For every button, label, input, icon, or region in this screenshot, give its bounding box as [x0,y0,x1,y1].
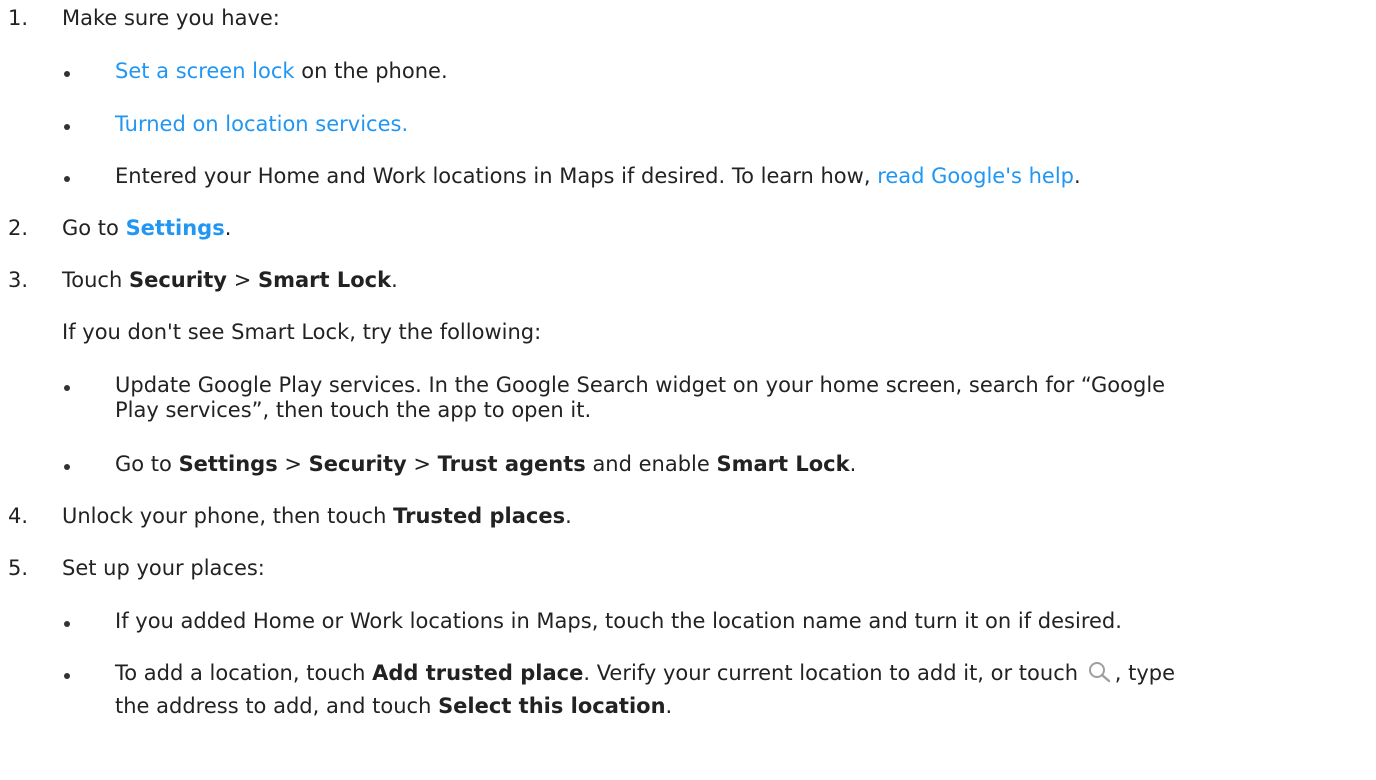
step-text: Go to [62,216,126,240]
bullet [64,464,70,470]
ui-term: Smart Lock [716,452,850,476]
bullet [64,673,70,679]
item-text: and enable [585,452,717,476]
step-number: 2. [8,216,29,240]
bullet [64,621,70,627]
separator: > [277,452,309,476]
settings-link[interactable]: Settings [126,216,225,240]
punctuation: . [665,694,673,718]
punctuation: . [391,268,398,292]
step-text: Unlock your phone, then touch [62,504,394,528]
ui-term: Security [308,452,407,476]
search-icon [1088,661,1112,683]
separator: > [406,452,438,476]
item-text: If you added Home or Work locations in M… [115,609,1122,633]
step-number: 5. [8,556,29,580]
ui-term: Trust agents [437,452,586,476]
bullet [64,124,70,130]
item-text: . Verify your current location to add it… [583,661,1085,685]
location-services-link[interactable]: Turned on location services. [115,112,408,136]
item-text: Update Google Play services. In the Goog… [115,373,1166,397]
step-number: 1. [8,6,29,30]
punctuation: . [1074,164,1081,188]
item-text: the address to add, and touch [115,694,439,718]
punctuation: . [849,452,857,476]
step-number: 4. [8,504,29,528]
step-text: Make sure you have: [62,6,280,30]
ui-term: Select this location [438,694,666,718]
punctuation: . [565,504,572,528]
google-help-link[interactable]: read Google's help [877,164,1074,188]
punctuation: . [224,216,232,240]
ui-term: Settings [178,452,278,476]
ui-term: Security [128,268,228,292]
ui-term: Smart Lock [257,268,392,292]
paragraph-text: If you don't see Smart Lock, try the fol… [62,320,542,344]
ui-term: Trusted places [393,504,566,528]
ui-term: Add trusted place [372,661,584,685]
set-screen-lock-link[interactable]: Set a screen lock [115,59,295,83]
step-text: Touch [62,268,129,292]
bullet [64,71,70,77]
step-number: 3. [8,268,29,292]
item-text: on the phone. [294,59,448,83]
item-text: To add a location, touch [115,661,373,685]
separator: > [227,268,258,292]
step-text: Set up your places: [62,556,265,580]
item-text: Entered your Home and Work locations in … [115,164,878,188]
bullet [64,385,70,391]
item-text: , type [1114,661,1175,685]
item-text: Go to [115,452,179,476]
bullet [64,176,70,182]
item-text: Play services”, then touch the app to op… [115,398,592,422]
